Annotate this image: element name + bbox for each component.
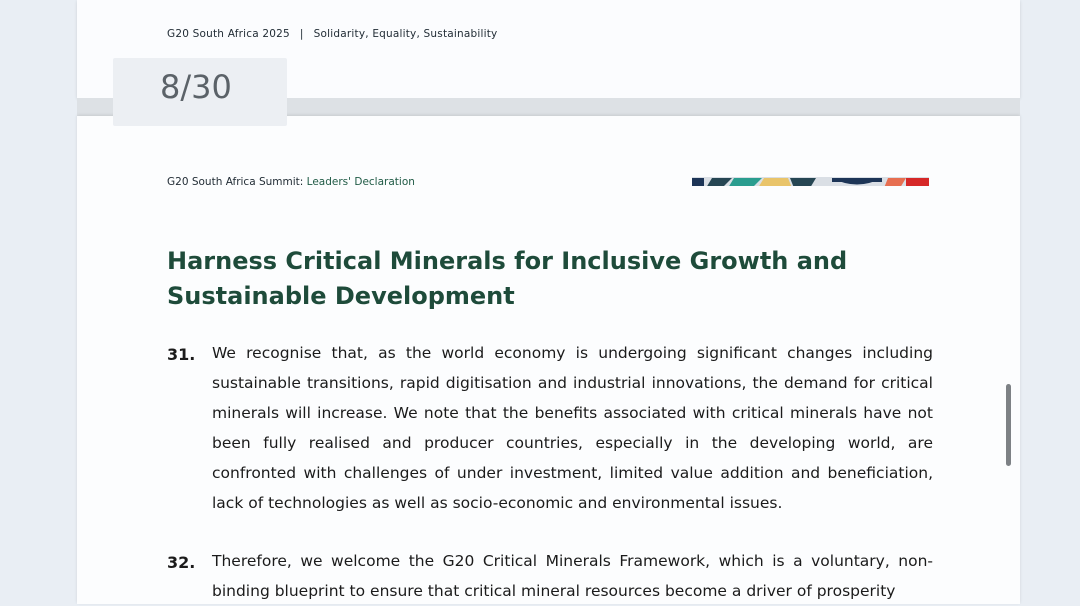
paragraph-number: 32.	[167, 553, 196, 572]
header-event: G20 South Africa 2025	[167, 28, 290, 40]
paragraph-text: We recognise that, as the world economy …	[212, 344, 933, 512]
section-title: Harness Critical Minerals for Inclusive …	[167, 247, 848, 310]
running-head: G20 South Africa Summit: Leaders' Declar…	[167, 176, 415, 188]
document-viewer: G20 South Africa 2025 | Solidarity, Equali…	[0, 0, 1080, 604]
paragraph-text: Therefore, we welcome the G20 Critical M…	[212, 552, 933, 600]
g20-logo-graphic	[692, 177, 929, 186]
previous-page-header: G20 South Africa 2025 | Solidarity, Equali…	[167, 28, 497, 40]
running-head-prefix: G20 South Africa Summit:	[167, 176, 307, 188]
g20-logo-strip	[692, 173, 929, 186]
page-number-text: 8/30	[160, 68, 232, 106]
header-separator: |	[299, 28, 304, 40]
page-number-indicator: 8/30	[113, 58, 287, 126]
current-page: G20 South Africa Summit: Leaders' Declar…	[77, 116, 1020, 604]
vertical-scrollbar-thumb[interactable]	[1006, 384, 1011, 466]
paragraph-number: 31.	[167, 345, 196, 364]
header-motto: Solidarity, Equality, Sustainability	[313, 28, 498, 40]
running-head-highlight: Leaders' Declaration	[306, 176, 415, 188]
